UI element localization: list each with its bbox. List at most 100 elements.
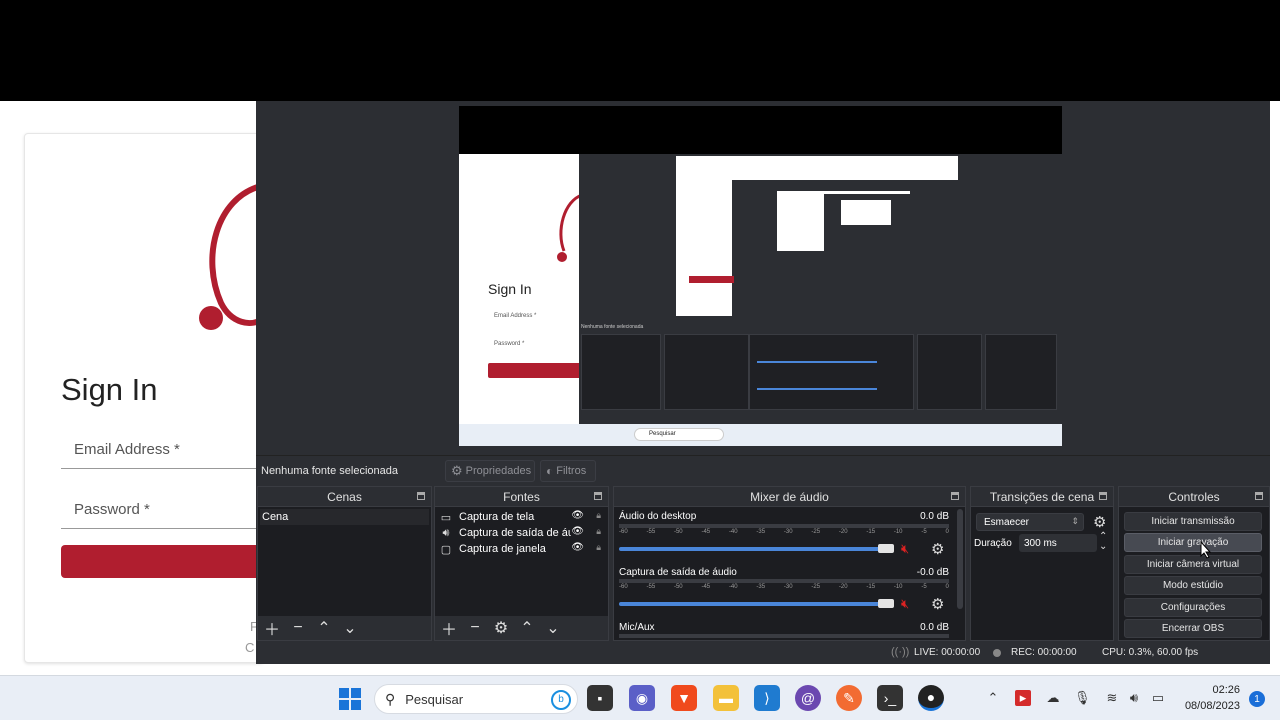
settings-button[interactable]: Configurações bbox=[1124, 598, 1262, 617]
start-recording-button[interactable]: Iniciar gravação bbox=[1124, 533, 1262, 552]
eye-icon[interactable]: 👁 bbox=[571, 510, 584, 521]
muted-speaker-icon[interactable]: 🔇︎ bbox=[901, 596, 919, 611]
lock-icon[interactable]: 🔒︎ bbox=[596, 526, 601, 537]
meter-tick-label: -30 bbox=[783, 529, 793, 535]
source-item-screen[interactable]: ▭ Captura de tela 👁 🔒︎ bbox=[439, 509, 604, 525]
controls-header: Controles bbox=[1119, 487, 1269, 507]
transitions-header: Transições de cena bbox=[971, 487, 1113, 507]
start-virtual-camera-button[interactable]: Iniciar câmera virtual bbox=[1124, 555, 1262, 574]
gear-icon[interactable]: ⚙ bbox=[931, 595, 947, 613]
move-up-icon[interactable]: ⌃ bbox=[316, 620, 332, 637]
add-icon[interactable]: ＋ bbox=[441, 620, 457, 639]
source-item-audio[interactable]: 🔊︎ Captura de saída de áu 👁 🔒︎ bbox=[439, 525, 604, 541]
dock-float-icon[interactable] bbox=[417, 492, 425, 500]
gear-icon[interactable]: ⚙ bbox=[493, 620, 509, 637]
notification-badge[interactable]: 1 bbox=[1249, 691, 1265, 707]
obs-studio-icon[interactable]: ● bbox=[918, 685, 944, 711]
no-source-label: Nenhuma fonte selecionada bbox=[261, 465, 398, 477]
wifi-icon[interactable]: ≋ bbox=[1104, 690, 1120, 706]
nested-taskbar bbox=[459, 424, 1062, 446]
signin-button[interactable] bbox=[61, 545, 261, 578]
remove-icon[interactable]: − bbox=[467, 619, 483, 636]
volume-slider-handle[interactable] bbox=[878, 544, 894, 553]
clock-time[interactable]: 02:26 bbox=[1212, 684, 1240, 696]
broadcast-icon: ((·)) bbox=[891, 646, 910, 658]
microphone-icon[interactable]: 🎙︎ bbox=[1074, 690, 1091, 706]
teams-chat-icon[interactable]: ◉ bbox=[629, 685, 655, 711]
muted-speaker-icon[interactable]: 🔇︎ bbox=[901, 541, 919, 556]
volume-slider-handle[interactable] bbox=[878, 599, 894, 608]
battery-icon[interactable]: ▭ bbox=[1150, 690, 1166, 706]
mixer-scrollbar[interactable] bbox=[957, 509, 963, 609]
volume-slider[interactable] bbox=[619, 602, 894, 606]
transition-select[interactable]: Esmaecer ⇕ bbox=[976, 513, 1084, 531]
meter-tick-label: -55 bbox=[646, 529, 656, 535]
mixer-channel-name: Mic/Aux bbox=[619, 622, 655, 633]
eye-icon[interactable]: 👁 bbox=[571, 526, 584, 537]
source-item-window[interactable]: ▢ Captura de janela 👁 🔒︎ bbox=[439, 541, 604, 557]
dock-float-icon[interactable] bbox=[1255, 492, 1263, 500]
postman-icon[interactable]: ✎ bbox=[836, 685, 862, 711]
properties-button[interactable]: ⚙ Propriedades bbox=[445, 460, 535, 482]
scenes-dock: Cenas Cena ＋ − ⌃ ⌄ bbox=[257, 486, 432, 641]
gear-icon[interactable]: ⚙ bbox=[1093, 513, 1106, 531]
chevron-up-icon[interactable]: ⌃ bbox=[985, 690, 1001, 706]
transition-selected: Esmaecer bbox=[984, 517, 1030, 528]
meter-tick-label: -25 bbox=[811, 529, 821, 535]
mixer-header: Mixer de áudio bbox=[614, 487, 965, 507]
email-field[interactable] bbox=[61, 468, 261, 469]
gear-icon[interactable]: ⚙ bbox=[931, 540, 947, 558]
add-icon[interactable]: ＋ bbox=[264, 620, 280, 639]
stepper-icon[interactable]: ⌃ ⌄ bbox=[1099, 532, 1107, 552]
duration-label: Duração bbox=[974, 538, 1012, 549]
file-explorer-icon[interactable]: ▬ bbox=[713, 685, 739, 711]
studio-mode-button[interactable]: Modo estúdio bbox=[1124, 576, 1262, 595]
mixer-channel-db: 0.0 dB bbox=[920, 622, 949, 633]
duration-input[interactable]: 300 ms bbox=[1019, 534, 1097, 552]
mixer-channel-db: -0.0 dB bbox=[916, 567, 949, 578]
source-toolbar: Nenhuma fonte selecionada ⚙ Propriedades… bbox=[256, 455, 1270, 485]
footer-link-2[interactable]: C bbox=[245, 640, 254, 655]
meter-tick-label: -20 bbox=[838, 584, 848, 590]
password-field-label[interactable]: Password * bbox=[74, 501, 150, 518]
controls-title: Controles bbox=[1168, 489, 1220, 504]
windows-start-icon[interactable] bbox=[339, 688, 361, 710]
start-streaming-button[interactable]: Iniciar transmissão bbox=[1124, 512, 1262, 531]
move-down-icon[interactable]: ⌄ bbox=[545, 620, 561, 637]
volume-slider[interactable] bbox=[619, 547, 894, 551]
terminal-icon[interactable]: ›_ bbox=[877, 685, 903, 711]
source-label: Captura de saída de áu bbox=[459, 527, 574, 539]
mouse-cursor-icon bbox=[1200, 541, 1212, 559]
dock-float-icon[interactable] bbox=[1099, 492, 1107, 500]
password-field[interactable] bbox=[61, 528, 261, 529]
app-spiral-icon[interactable]: @ bbox=[795, 685, 821, 711]
brave-browser-icon[interactable]: ▼ bbox=[671, 685, 697, 711]
tray-app-icon[interactable]: ▸ bbox=[1015, 690, 1031, 706]
nested-password-label: Password * bbox=[494, 341, 525, 347]
nested-slider-2 bbox=[757, 388, 877, 390]
filters-button[interactable]: ◐ Filtros bbox=[540, 460, 596, 482]
remove-icon[interactable]: − bbox=[290, 619, 306, 636]
nested-slider-1 bbox=[757, 361, 877, 363]
eye-icon[interactable]: 👁 bbox=[571, 542, 584, 553]
task-view-icon[interactable]: ▪ bbox=[587, 685, 613, 711]
exit-button[interactable]: Encerrar OBS bbox=[1124, 619, 1262, 638]
lock-icon[interactable]: 🔒︎ bbox=[596, 542, 601, 553]
lock-icon[interactable]: 🔒︎ bbox=[596, 510, 601, 521]
status-bar: ((·)) LIVE: 00:00:00 REC: 00:00:00 CPU: … bbox=[256, 641, 1270, 664]
taskbar-search[interactable]: ⚲ Pesquisar b bbox=[374, 684, 578, 714]
clock-date[interactable]: 08/08/2023 bbox=[1185, 700, 1240, 712]
email-field-label[interactable]: Email Address * bbox=[74, 441, 180, 458]
cpu-status: CPU: 0.3%, 60.00 fps bbox=[1102, 647, 1199, 658]
move-up-icon[interactable]: ⌃ bbox=[519, 620, 535, 637]
vscode-icon[interactable]: ⟩ bbox=[754, 685, 780, 711]
move-down-icon[interactable]: ⌄ bbox=[342, 620, 358, 637]
scene-item[interactable]: Cena bbox=[260, 509, 429, 525]
dock-float-icon[interactable] bbox=[594, 492, 602, 500]
cloud-icon[interactable]: ☁ bbox=[1045, 690, 1061, 706]
volume-icon[interactable]: 🔊︎ bbox=[1126, 690, 1142, 706]
preview-canvas[interactable]: Sign In Email Address * Password * Nenhu… bbox=[459, 106, 1062, 446]
bing-icon[interactable]: b bbox=[551, 690, 571, 710]
monitor-icon: ▭ bbox=[440, 511, 452, 524]
dock-float-icon[interactable] bbox=[951, 492, 959, 500]
